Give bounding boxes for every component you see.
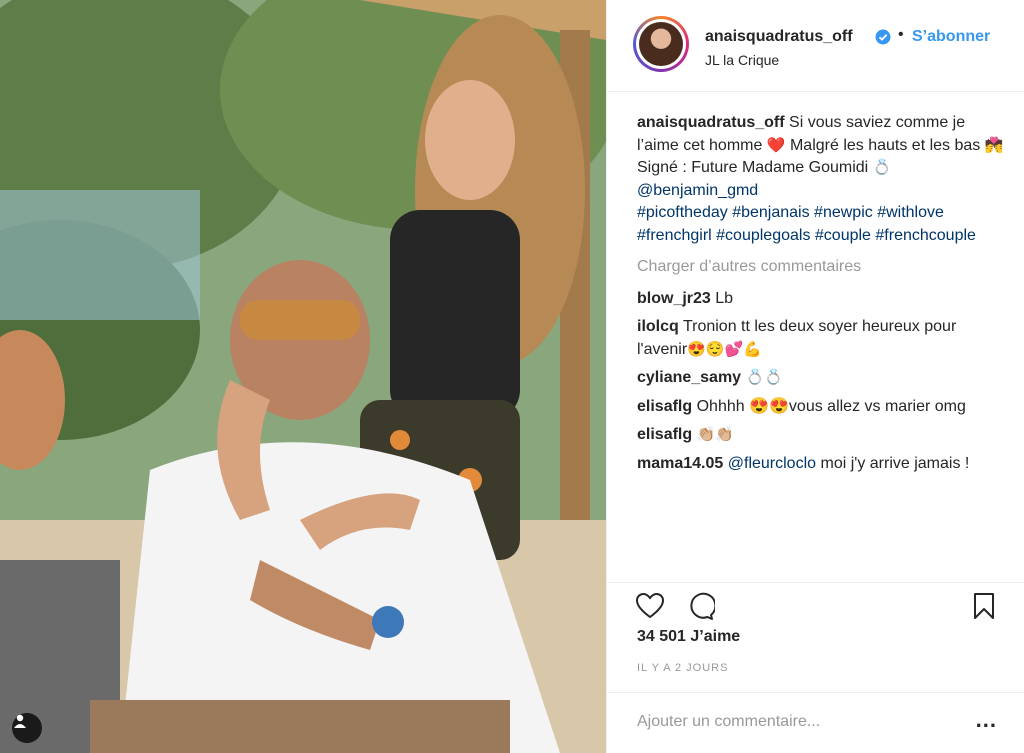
location-link[interactable]: JL la Crique bbox=[705, 52, 779, 68]
post-side-panel: anaisquadratus_off • S’abonner JL la Cri… bbox=[606, 0, 1024, 753]
comment-item: cyliane_samy 💍💍 bbox=[637, 367, 1007, 390]
comment-emoji: 👏🏼👏🏼 bbox=[696, 426, 734, 443]
comment-username[interactable]: blow_jr23 bbox=[637, 290, 711, 307]
comment-text: Ohhhh 😍😍vous allez vs marier omg bbox=[696, 397, 966, 415]
comment-text: Tronion tt les deux soyer heureux pour l… bbox=[637, 318, 957, 358]
caption-text-2: Malgré les hauts et les bas bbox=[789, 136, 981, 154]
add-comment-section: Ajouter un commentaire... ... bbox=[607, 692, 1024, 753]
username-link[interactable]: anaisquadratus_off bbox=[705, 28, 853, 46]
hashtag-link[interactable]: #couple bbox=[815, 227, 871, 244]
heart-emoji: ❤️ bbox=[766, 136, 786, 154]
comment-emoji: 😍😌💕💪 bbox=[687, 340, 762, 358]
follow-button[interactable]: S’abonner bbox=[912, 28, 990, 46]
hashtag-link[interactable]: #withlove bbox=[877, 204, 944, 221]
comment-username[interactable]: ilolcq bbox=[637, 318, 679, 335]
hashtag-link[interactable]: #frenchgirl bbox=[637, 227, 712, 244]
post-photo[interactable] bbox=[0, 0, 606, 753]
verified-badge-icon bbox=[875, 29, 891, 45]
comment-input[interactable]: Ajouter un commentaire... bbox=[637, 713, 820, 731]
comment-emoji: 💍💍 bbox=[745, 369, 783, 386]
comment-item: elisaflg Ohhhh 😍😍vous allez vs marier om… bbox=[637, 396, 1007, 419]
separator-dot: • bbox=[898, 26, 904, 43]
comment-username[interactable]: elisaflg bbox=[637, 398, 692, 415]
couple-emoji: 💏 bbox=[984, 136, 1004, 154]
hashtag-link[interactable]: #newpic bbox=[814, 204, 873, 221]
post-header: anaisquadratus_off • S’abonner JL la Cri… bbox=[607, 0, 1024, 92]
hashtag-link[interactable]: #frenchcouple bbox=[875, 227, 976, 244]
ring-emoji: 💍 bbox=[872, 159, 892, 176]
comment-item: mama14.05 @fleurcloclo moi j'y arrive ja… bbox=[637, 453, 1007, 476]
mention-link[interactable]: @fleurcloclo bbox=[728, 455, 816, 472]
comment-item: ilolcq Tronion tt les deux soyer heureux… bbox=[637, 316, 1007, 361]
hashtag-link[interactable]: #couplegoals bbox=[716, 227, 810, 244]
comment-text: Lb bbox=[715, 289, 734, 307]
comment-bubble-icon[interactable] bbox=[685, 591, 715, 621]
post-timestamp[interactable]: IL Y A 2 JOURS bbox=[637, 662, 728, 674]
comment-text: moi j'y arrive jamais ! bbox=[820, 454, 970, 472]
more-options-button[interactable]: ... bbox=[976, 707, 997, 733]
load-more-comments-button[interactable]: Charger d’autres commentaires bbox=[637, 256, 1007, 279]
comment-item: blow_jr23 Lb bbox=[637, 288, 1007, 311]
action-bar bbox=[607, 582, 1024, 632]
comments-list[interactable]: anaisquadratus_off Si vous saviez comme … bbox=[637, 112, 1007, 577]
avatar[interactable] bbox=[633, 16, 689, 72]
comment-username[interactable]: cyliane_samy bbox=[637, 369, 741, 386]
comment-username[interactable]: mama14.05 bbox=[637, 455, 723, 472]
caption-text-3: Signé : Future Madame Goumidi bbox=[637, 159, 869, 176]
tagged-users-icon[interactable] bbox=[12, 713, 42, 743]
photo-illustration bbox=[0, 0, 606, 753]
caption-username[interactable]: anaisquadratus_off bbox=[637, 114, 785, 131]
hashtag-link[interactable]: #picoftheday bbox=[637, 204, 728, 221]
caption: anaisquadratus_off Si vous saviez comme … bbox=[637, 112, 1007, 247]
heart-icon[interactable] bbox=[635, 591, 665, 621]
likes-count[interactable]: 34 501 J’aime bbox=[637, 628, 740, 646]
mention-link[interactable]: @benjamin_gmd bbox=[637, 182, 758, 199]
comment-item: elisaflg 👏🏼👏🏼 bbox=[637, 424, 1007, 447]
comment-username[interactable]: elisaflg bbox=[637, 426, 692, 443]
bookmark-icon[interactable] bbox=[969, 591, 999, 621]
hashtag-link[interactable]: #benjanais bbox=[732, 204, 809, 221]
